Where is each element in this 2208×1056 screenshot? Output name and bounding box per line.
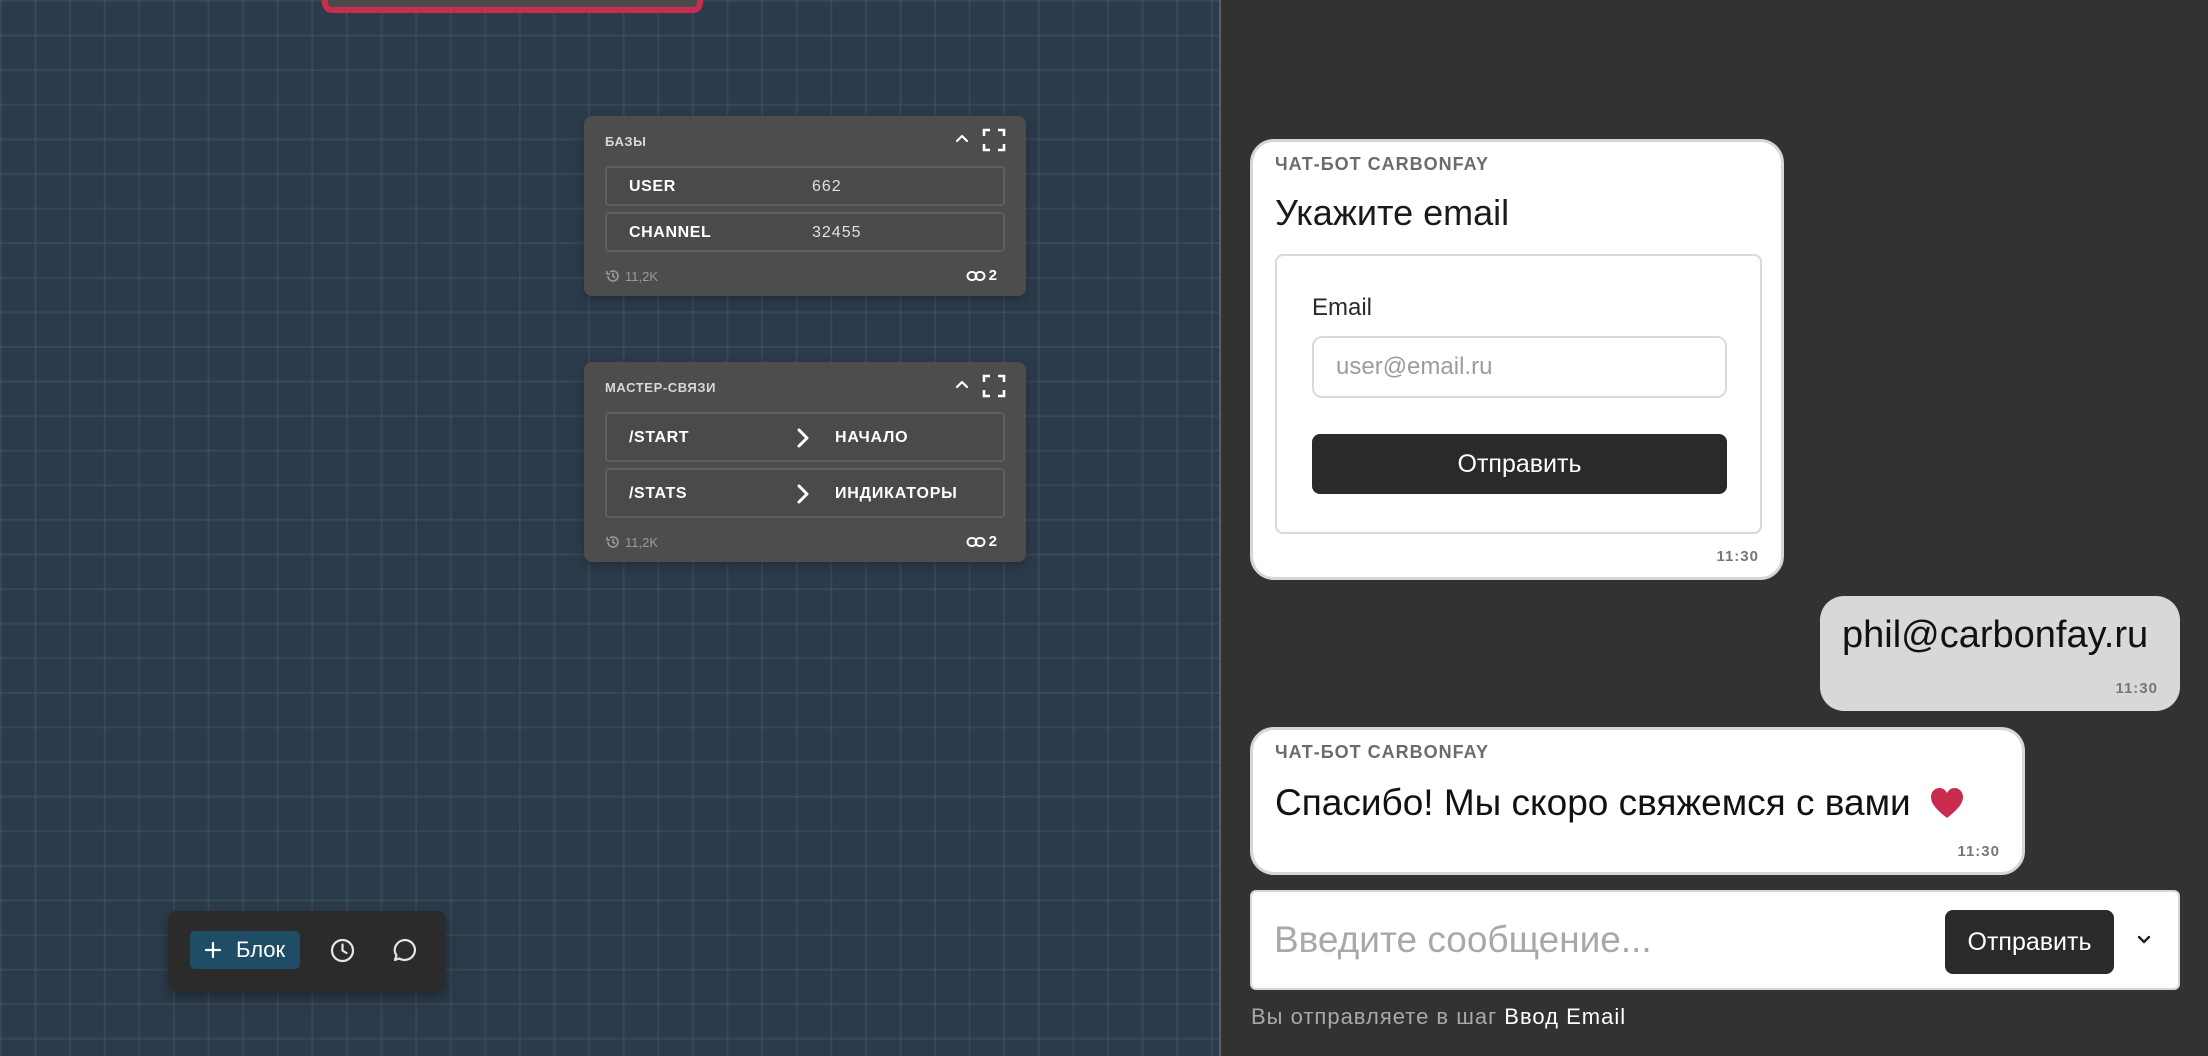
canvas-toolbar: Блок — [168, 911, 446, 991]
expand-icon[interactable] — [982, 374, 1006, 398]
message-time: 11:30 — [2115, 680, 2158, 697]
history-icon — [606, 536, 619, 548]
step-hint-step: Ввод Email — [1504, 1004, 1627, 1029]
chevron-right-icon — [797, 484, 809, 504]
node-header: БАЗЫ — [584, 116, 1026, 166]
node-master-links[interactable]: МАСТЕР-СВЯЗИ /START НАЧАЛО /STATS ИНДИКА… — [584, 362, 1026, 562]
node-history: 11,2K — [605, 268, 658, 284]
expand-icon[interactable] — [982, 128, 1006, 152]
row-key: USER — [629, 178, 676, 195]
flow-canvas[interactable]: БАЗЫ USER 662 CHANNEL 32455 11,2K 2 МАСТ… — [0, 0, 1219, 1056]
add-block-label: Блок — [236, 937, 286, 962]
link-icon — [966, 270, 986, 281]
node-row[interactable]: /START НАЧАЛО — [605, 412, 1005, 462]
partial-node-top[interactable] — [322, 0, 703, 13]
message-composer: Отправить — [1250, 890, 2180, 990]
email-form: Email Отправить — [1275, 254, 1762, 534]
node-links[interactable]: 2 — [966, 533, 997, 550]
message-input[interactable] — [1274, 910, 1924, 970]
comment-icon[interactable] — [392, 937, 419, 964]
email-field[interactable] — [1312, 336, 1727, 398]
user-message-text: phil@carbonfay.ru — [1842, 614, 2149, 656]
panel-divider[interactable] — [1219, 0, 1221, 1056]
row-target: ИНДИКАТОРЫ — [835, 485, 958, 502]
form-submit-button[interactable]: Отправить — [1312, 434, 1727, 494]
plus-icon — [204, 941, 222, 959]
user-message: phil@carbonfay.ru 11:30 — [1820, 596, 2180, 711]
node-history: 11,2K — [605, 534, 658, 550]
row-target: НАЧАЛО — [835, 429, 909, 446]
row-value: 32455 — [812, 224, 862, 241]
message-time: 11:30 — [1957, 843, 2000, 860]
message-time: 11:30 — [1716, 548, 1759, 565]
chevron-up-icon[interactable] — [954, 376, 970, 392]
links-count: 2 — [988, 533, 997, 550]
step-hint: Вы отправляете в шаг Ввод Email — [1251, 1004, 1626, 1030]
node-links[interactable]: 2 — [966, 267, 997, 284]
history-icon — [606, 270, 619, 282]
row-command: /STATS — [629, 485, 688, 502]
bot-message-text-wrap: Спасибо! Мы скоро свяжемся с вами — [1275, 782, 1965, 824]
email-field-label: Email — [1312, 294, 1373, 321]
row-value: 662 — [812, 178, 842, 195]
heart-icon — [1930, 788, 1963, 818]
node-title: МАСТЕР-СВЯЗИ — [605, 380, 717, 395]
history-count: 11,2K — [625, 268, 659, 284]
link-icon — [966, 536, 986, 547]
bot-message-form: ЧАТ-БОТ CARBONFAY Укажите email Email От… — [1250, 139, 1784, 580]
form-title: Укажите email — [1275, 192, 1510, 233]
node-title: БАЗЫ — [605, 134, 647, 149]
history-count: 11,2K — [625, 534, 659, 550]
chevron-right-icon — [797, 428, 809, 448]
row-key: CHANNEL — [629, 224, 712, 241]
send-button[interactable]: Отправить — [1945, 910, 2114, 974]
bot-message-text: Спасибо! Мы скоро свяжемся с вами — [1275, 782, 1911, 823]
bot-sender-label: ЧАТ-БОТ CARBONFAY — [1275, 154, 1490, 174]
add-block-button[interactable]: Блок — [190, 931, 300, 969]
clock-icon[interactable] — [329, 937, 356, 964]
node-footer: 11,2K 2 — [584, 258, 1026, 296]
node-databases[interactable]: БАЗЫ USER 662 CHANNEL 32455 11,2K 2 — [584, 116, 1026, 296]
bot-sender-label: ЧАТ-БОТ CARBONFAY — [1275, 742, 1490, 762]
chevron-up-icon[interactable] — [954, 130, 970, 146]
bot-message-thanks: ЧАТ-БОТ CARBONFAY Спасибо! Мы скоро свяж… — [1250, 727, 2025, 875]
node-row[interactable]: /STATS ИНДИКАТОРЫ — [605, 468, 1005, 518]
chevron-down-icon[interactable] — [2136, 932, 2152, 948]
links-count: 2 — [988, 267, 997, 284]
node-footer: 11,2K 2 — [584, 524, 1026, 562]
node-header: МАСТЕР-СВЯЗИ — [584, 362, 1026, 412]
row-command: /START — [629, 429, 690, 446]
step-hint-prefix: Вы отправляете в шаг — [1251, 1004, 1498, 1029]
node-row[interactable]: CHANNEL 32455 — [605, 212, 1005, 252]
node-row[interactable]: USER 662 — [605, 166, 1005, 206]
